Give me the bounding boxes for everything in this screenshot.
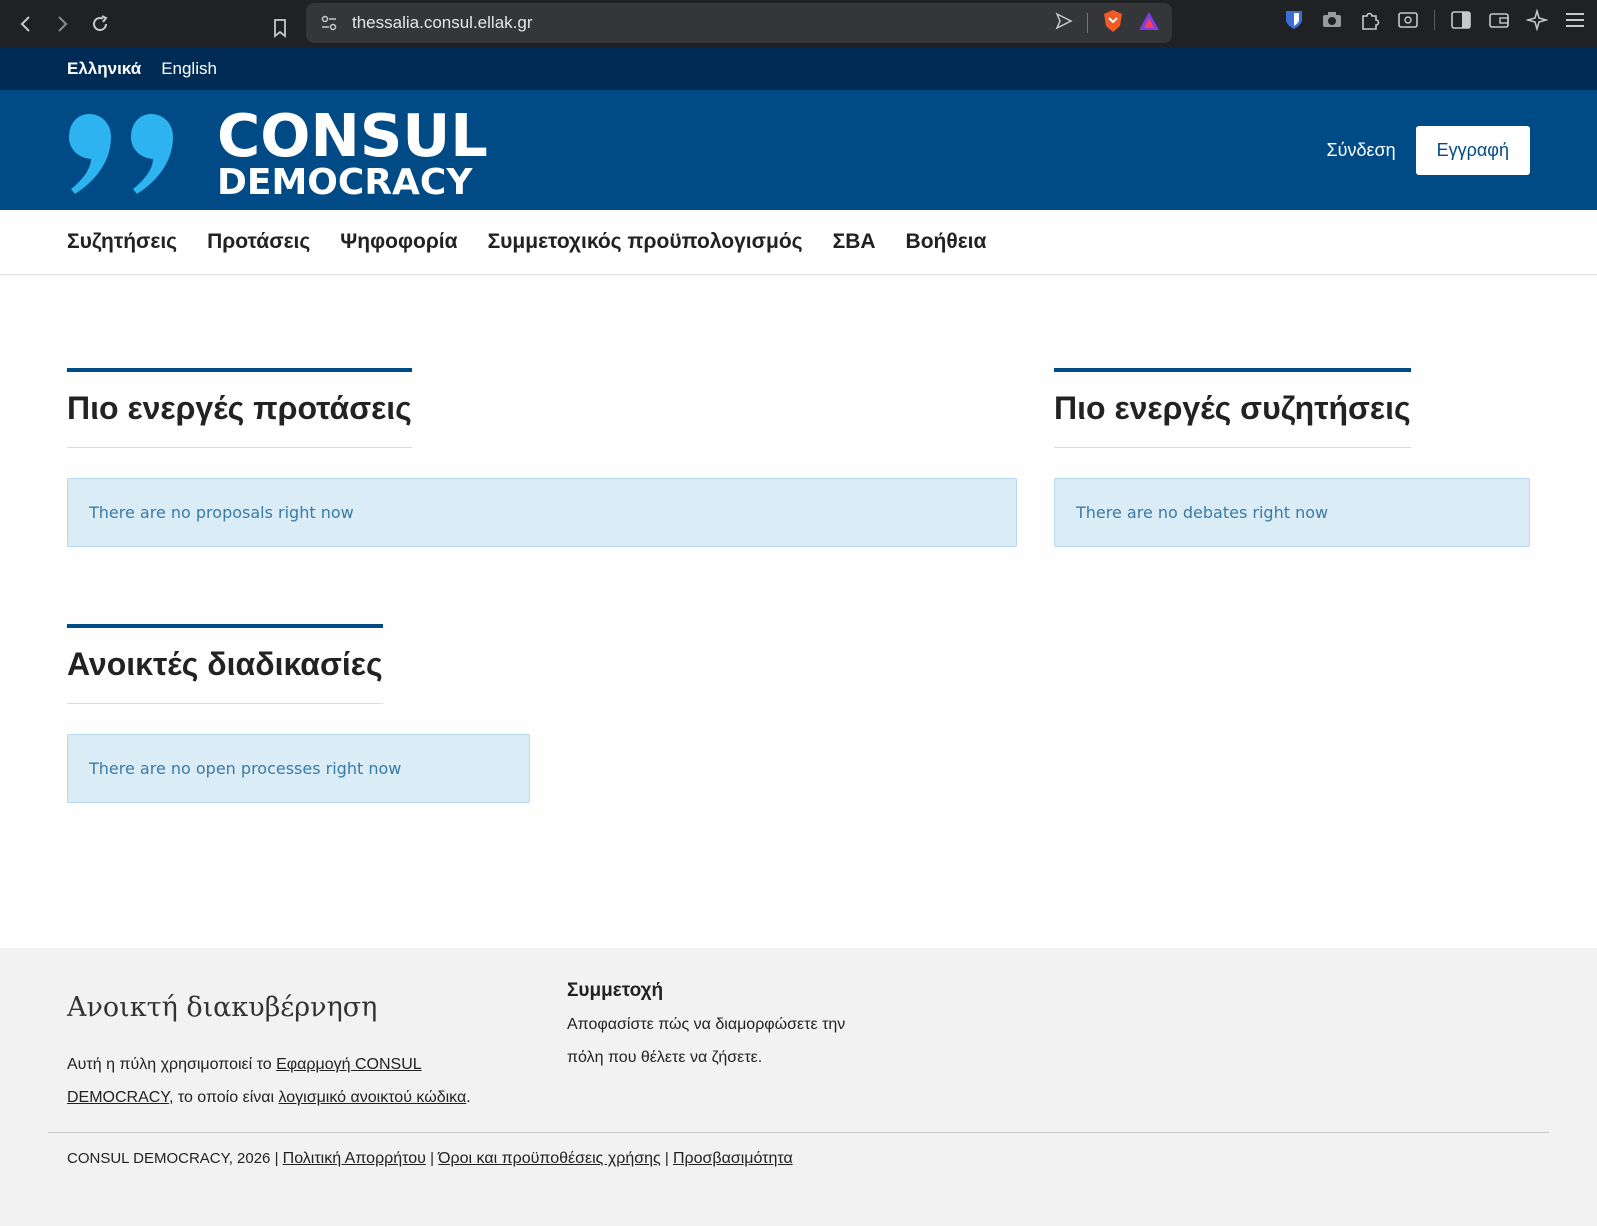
- processes-heading: Ανοικτές διαδικασίες: [67, 646, 383, 682]
- reload-icon[interactable]: [82, 6, 118, 42]
- send-icon[interactable]: [1055, 11, 1073, 35]
- signin-link[interactable]: Σύνδεση: [1327, 140, 1396, 161]
- address-bar[interactable]: thessalia.consul.ellak.gr: [306, 3, 1172, 43]
- footer-about-text: Αυτή η πύλη χρησιμοποιεί το Εφαρμογή CON…: [67, 1048, 497, 1114]
- back-icon[interactable]: [8, 6, 44, 42]
- copyright-text: CONSUL DEMOCRACY, 2026 |: [67, 1150, 283, 1167]
- footer-participation: Συμμετοχή Αποφασίστε πώς να διαμορφώσετε…: [567, 980, 847, 1074]
- language-greek-link[interactable]: Ελληνικά: [67, 59, 141, 79]
- consul-democracy-logo[interactable]: CONSUL DEMOCRACY: [67, 106, 488, 201]
- wallet-icon[interactable]: [1487, 8, 1511, 32]
- footer-legal: CONSUL DEMOCRACY, 2026 | Πολιτική Απορρή…: [67, 1150, 793, 1168]
- register-button[interactable]: Εγγραφή: [1415, 126, 1530, 175]
- language-english-link[interactable]: English: [161, 59, 217, 79]
- footer-about-suffix: .: [466, 1089, 471, 1106]
- footer-about-prefix: Αυτή η πύλη χρησιμοποιεί το: [67, 1056, 277, 1073]
- url-text[interactable]: thessalia.consul.ellak.gr: [352, 13, 532, 33]
- language-bar: Ελληνικά English: [0, 48, 1597, 90]
- proposals-heading: Πιο ενεργές προτάσεις: [67, 390, 412, 426]
- leo-ai-icon[interactable]: [1525, 8, 1549, 32]
- debates-section: Πιο ενεργές συζητήσεις There are no deba…: [1054, 368, 1530, 547]
- footer-brand: Ανοικτή διακυβέρνηση: [67, 992, 378, 1023]
- menu-icon[interactable]: [1563, 8, 1587, 32]
- bitwarden-icon[interactable]: [1282, 8, 1306, 32]
- extensions-puzzle-icon[interactable]: [1358, 8, 1382, 32]
- accessibility-link[interactable]: Προσβασιμότητα: [673, 1150, 793, 1167]
- terms-link[interactable]: Όροι και προϋποθέσεις χρήσης: [438, 1150, 661, 1167]
- debates-heading: Πιο ενεργές συζητήσεις: [1054, 390, 1411, 426]
- debates-heading-wrap: Πιο ενεργές συζητήσεις: [1054, 368, 1411, 448]
- forward-icon[interactable]: [44, 6, 80, 42]
- legal-separator: |: [425, 1150, 439, 1167]
- nav-item-voting[interactable]: Ψηφοφορία: [340, 230, 457, 254]
- participation-heading: Συμμετοχή: [567, 980, 664, 1001]
- extensions-bar: [1282, 8, 1587, 32]
- nav-item-sva[interactable]: ΣΒΑ: [833, 230, 876, 254]
- toolbar-separator: [1434, 10, 1435, 30]
- nav-item-proposals[interactable]: Προτάσεις: [207, 230, 310, 254]
- main-content: Πιο ενεργές προτάσεις There are no propo…: [0, 275, 1597, 948]
- logo-line-democracy: DEMOCRACY: [217, 162, 473, 203]
- browser-toolbar: thessalia.consul.ellak.gr: [0, 0, 1597, 48]
- processes-empty-callout: There are no open processes right now: [67, 734, 530, 803]
- camera-icon[interactable]: [1320, 8, 1344, 32]
- footer-about-mid: , το οποίο είναι: [168, 1089, 279, 1106]
- processes-heading-wrap: Ανοικτές διαδικασίες: [67, 624, 383, 704]
- legal-separator: |: [660, 1150, 673, 1167]
- logo-wordmark: CONSUL DEMOCRACY: [217, 106, 488, 201]
- nav-item-budgets[interactable]: Συμμετοχικός προϋπολογισμός: [488, 230, 803, 254]
- open-source-link[interactable]: λογισμικό ανοικτού κώδικα: [279, 1089, 467, 1106]
- processes-section: Ανοικτές διαδικασίες There are no open p…: [67, 624, 530, 803]
- proposals-heading-wrap: Πιο ενεργές προτάσεις: [67, 368, 412, 448]
- brave-rewards-icon[interactable]: [1138, 10, 1160, 37]
- quote-marks-icon: [69, 113, 173, 194]
- main-navigation: Συζητήσεις Προτάσεις Ψηφοφορία Συμμετοχι…: [0, 210, 1597, 275]
- logo-line-consul: CONSUL: [217, 101, 488, 170]
- proposals-section: Πιο ενεργές προτάσεις There are no propo…: [67, 368, 1017, 547]
- header-actions: Σύνδεση Εγγραφή: [1327, 126, 1530, 175]
- proposals-empty-callout: There are no proposals right now: [67, 478, 1017, 547]
- reader-mode-icon[interactable]: [1396, 8, 1420, 32]
- bookmark-icon[interactable]: [262, 10, 298, 46]
- debates-empty-callout: There are no debates right now: [1054, 478, 1530, 547]
- footer-divider: [48, 1132, 1549, 1133]
- site-header: CONSUL DEMOCRACY Σύνδεση Εγγραφή: [0, 90, 1597, 210]
- sidebar-icon[interactable]: [1449, 8, 1473, 32]
- nav-item-help[interactable]: Βοήθεια: [906, 230, 987, 254]
- participation-text: Αποφασίστε πώς να διαμορφώσετε την πόλη …: [567, 1016, 846, 1066]
- url-separator: [1087, 13, 1088, 33]
- site-footer: Ανοικτή διακυβέρνηση Αυτή η πύλη χρησιμο…: [0, 948, 1597, 1226]
- privacy-policy-link[interactable]: Πολιτική Απορρήτου: [283, 1150, 426, 1167]
- nav-item-debates[interactable]: Συζητήσεις: [67, 230, 177, 254]
- site-settings-icon[interactable]: [316, 10, 342, 36]
- brave-shield-icon[interactable]: [1102, 9, 1124, 38]
